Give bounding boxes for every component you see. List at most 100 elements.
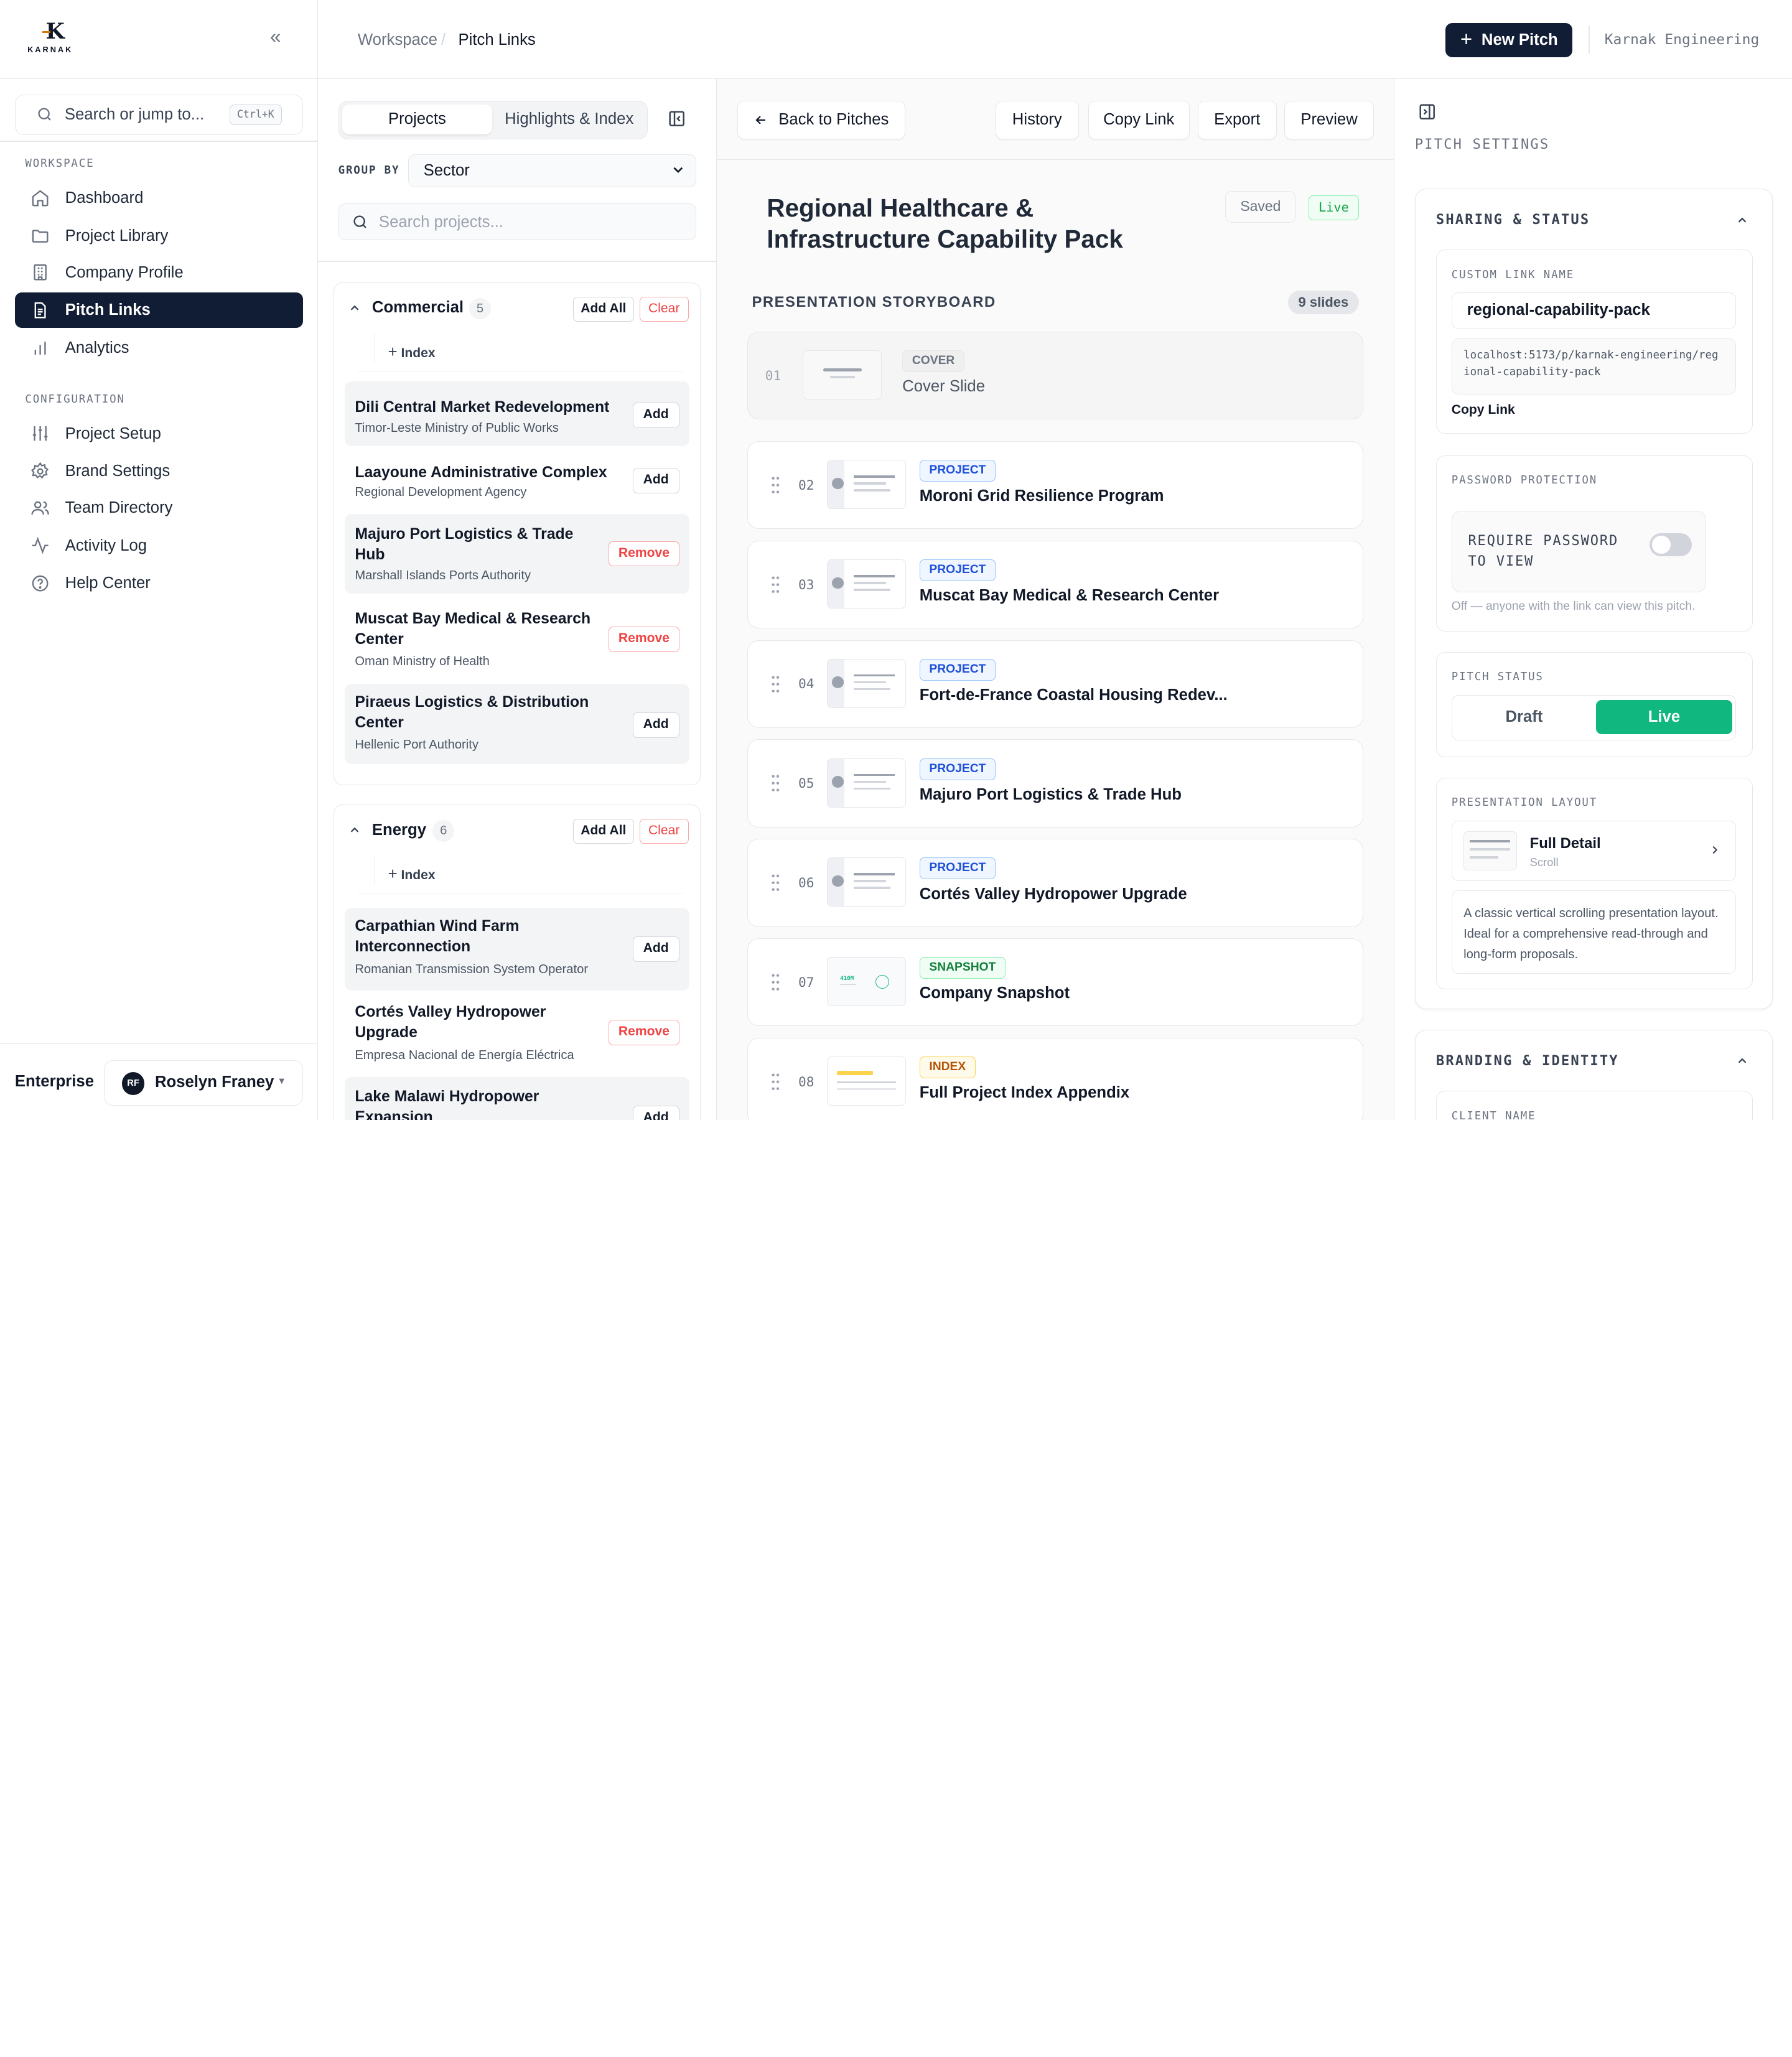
remove-project-button[interactable]: Remove: [608, 1020, 679, 1045]
add-project-button[interactable]: Add: [632, 936, 679, 962]
slide-card[interactable]: 06 PROJECT Cortés Valley Hydropower Upgr…: [747, 839, 1364, 927]
sidebar-header: K KARNAK «: [0, 0, 317, 79]
custom-link-value: regional-capability-pack: [1467, 301, 1650, 319]
clear-button[interactable]: Clear: [639, 296, 689, 322]
drag-handle-icon[interactable]: [771, 675, 780, 693]
add-project-button[interactable]: Add: [632, 712, 679, 738]
user-menu-button[interactable]: RF Roselyn Franey ▼: [104, 1060, 303, 1106]
add-all-button[interactable]: Add All: [573, 296, 634, 322]
nav-label: Help Center: [65, 574, 151, 592]
chevron-right-icon: [1712, 846, 1718, 854]
copy-link-button[interactable]: Copy Link: [1452, 403, 1515, 417]
chevron-up-icon[interactable]: [348, 301, 362, 315]
slide-card[interactable]: 04 PROJECT Fort-de-France Coastal Housin…: [747, 640, 1364, 728]
slide-title: Fort-de-France Coastal Housing Redev...: [919, 686, 1228, 704]
slide-card[interactable]: 07 410M SNAPSHOT Company Snapshot: [747, 938, 1364, 1027]
tree-line: [374, 333, 376, 363]
chevron-up-icon[interactable]: [1735, 213, 1749, 227]
project-group-energy: Energy 6 Add All Clear + Index Carpathia…: [334, 805, 701, 1120]
drag-handle-icon[interactable]: [771, 476, 780, 494]
slide-thumbnail: [826, 559, 906, 609]
slide-card[interactable]: 02 PROJECT Moroni Grid Resilience Progra…: [747, 441, 1364, 529]
drag-handle-icon[interactable]: [771, 774, 780, 792]
list-item[interactable]: Laayoune Administrative Complex Regional…: [345, 446, 690, 513]
new-pitch-button[interactable]: + New Pitch: [1445, 22, 1573, 57]
chevron-up-icon[interactable]: [1735, 1054, 1749, 1068]
list-item[interactable]: Muscat Bay Medical & Research Center Oma…: [345, 594, 690, 684]
list-item[interactable]: Piraeus Logistics & Distribution Center …: [344, 684, 690, 764]
pitch-title[interactable]: Regional Healthcare & Infrastructure Cap…: [767, 193, 1201, 254]
list-item[interactable]: Cortés Valley Hydropower Upgrade Empresa…: [345, 991, 690, 1078]
top-bar: Workspace / Pitch Links + New Pitch Karn…: [317, 0, 1792, 79]
tab-projects[interactable]: Projects: [342, 105, 492, 134]
copy-link-button[interactable]: Copy Link: [1088, 100, 1190, 140]
collapse-sidebar-icon[interactable]: «: [265, 27, 286, 48]
global-search[interactable]: Search or jump to... Ctrl+K: [14, 95, 303, 135]
slide-card[interactable]: 01 COVER Cover Slide: [747, 331, 1364, 420]
remove-project-button[interactable]: Remove: [608, 627, 679, 652]
remove-project-button[interactable]: Remove: [608, 541, 679, 567]
panel-divider: [317, 260, 716, 262]
group-header[interactable]: Energy 6 Add All Clear: [334, 805, 700, 856]
projects-tabs: Projects Highlights & Index: [338, 100, 648, 140]
nav-analytics[interactable]: Analytics: [15, 330, 303, 366]
slide-card[interactable]: 03 PROJECT Muscat Bay Medical & Research…: [747, 540, 1364, 629]
thumb-line: [854, 880, 886, 883]
layout-subtitle: Scroll: [1529, 855, 1559, 869]
add-project-button[interactable]: Add: [632, 468, 679, 493]
list-item[interactable]: Carpathian Wind Farm Interconnection Rom…: [344, 908, 690, 991]
list-item[interactable]: Lake Malawi Hydropower Expansion Add: [344, 1077, 690, 1120]
karnak-logo[interactable]: K KARNAK: [27, 20, 82, 55]
add-project-button[interactable]: Add: [632, 1106, 679, 1120]
tab-highlights-index[interactable]: Highlights & Index: [494, 105, 644, 134]
nav-project-setup[interactable]: Project Setup: [15, 416, 303, 452]
password-toggle-row: REQUIRE PASSWORD TO VIEW: [1451, 511, 1707, 592]
slide-card[interactable]: 08 INDEX Full Project Index Appendix: [747, 1037, 1364, 1120]
back-to-pitches-button[interactable]: Back to Pitches: [737, 100, 905, 140]
thumb-line: [1470, 840, 1510, 842]
panel-collapse-icon[interactable]: [668, 110, 686, 128]
panel-collapse-icon[interactable]: [1418, 103, 1436, 121]
history-button[interactable]: History: [995, 100, 1079, 140]
add-project-button[interactable]: Add: [632, 403, 679, 428]
project-client: Romanian Transmission System Operator: [355, 963, 589, 977]
slide-card[interactable]: 05 PROJECT Majuro Port Logistics & Trade…: [747, 739, 1364, 828]
thumb-line: [854, 574, 895, 577]
layout-selector[interactable]: Full Detail Scroll: [1451, 820, 1737, 882]
add-index-row[interactable]: + Index: [357, 333, 684, 372]
password-toggle[interactable]: [1650, 533, 1692, 556]
settings-title: PITCH SETTINGS: [1414, 137, 1550, 153]
preview-button[interactable]: Preview: [1284, 100, 1374, 140]
group-header[interactable]: Commercial 5 Add All Clear: [334, 283, 700, 334]
nav-team-directory[interactable]: Team Directory: [15, 490, 303, 526]
nav-project-library[interactable]: Project Library: [15, 218, 303, 254]
slide-thumbnail: [826, 758, 906, 808]
drag-handle-icon[interactable]: [771, 1073, 780, 1091]
drag-handle-icon[interactable]: [771, 874, 780, 892]
export-button[interactable]: Export: [1197, 100, 1277, 140]
slide-number: 06: [798, 875, 814, 891]
custom-link-input[interactable]: regional-capability-pack: [1451, 292, 1737, 330]
slide-title: Cover Slide: [902, 378, 985, 396]
status-live-option[interactable]: Live: [1596, 700, 1732, 735]
nav-pitch-links[interactable]: Pitch Links: [14, 292, 303, 329]
drag-handle-icon[interactable]: [771, 973, 780, 991]
activity-icon: [30, 535, 50, 556]
project-search-input[interactable]: Search projects...: [338, 203, 696, 240]
nav-activity-log[interactable]: Activity Log: [15, 528, 303, 564]
breadcrumb-workspace[interactable]: Workspace: [358, 31, 437, 49]
nav-help-center[interactable]: Help Center: [15, 566, 303, 601]
nav-brand-settings[interactable]: Brand Settings: [15, 454, 303, 489]
chevron-up-icon[interactable]: [348, 823, 362, 837]
clear-button[interactable]: Clear: [639, 819, 689, 844]
list-item[interactable]: Majuro Port Logistics & Trade Hub Marsha…: [344, 513, 690, 594]
add-all-button[interactable]: Add All: [573, 819, 634, 844]
nav-dashboard[interactable]: Dashboard: [15, 180, 303, 216]
drag-handle-icon[interactable]: [771, 576, 780, 594]
thumb-dot: [832, 577, 844, 589]
list-item[interactable]: Dili Central Market Redevelopment Timor-…: [344, 381, 690, 447]
add-index-row[interactable]: + Index: [357, 855, 684, 895]
nav-company-profile[interactable]: Company Profile: [15, 255, 303, 291]
status-draft-option[interactable]: Draft: [1457, 700, 1592, 734]
group-by-select[interactable]: Sector: [408, 154, 696, 188]
